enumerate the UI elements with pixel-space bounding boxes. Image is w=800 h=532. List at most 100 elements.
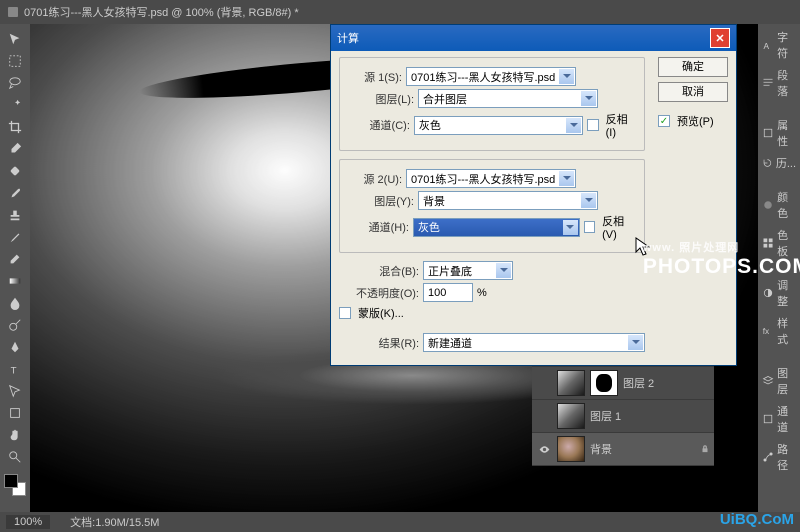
blur-tool[interactable] xyxy=(4,293,26,313)
marquee-tool[interactable] xyxy=(4,51,26,71)
move-tool[interactable] xyxy=(4,29,26,49)
visibility-icon[interactable] xyxy=(536,408,552,424)
dialog-title: 计算 xyxy=(337,30,359,46)
ok-button[interactable]: 确定 xyxy=(658,57,728,77)
source2-invert-checkbox[interactable] xyxy=(584,221,595,233)
zoom-level[interactable]: 100% xyxy=(6,515,50,529)
panel-swatches[interactable]: 色板 xyxy=(758,224,800,262)
svg-text:T: T xyxy=(11,365,17,376)
source1-layer-select[interactable]: 合并图层 xyxy=(418,89,598,108)
path-tool[interactable] xyxy=(4,381,26,401)
source1-invert-label: 反相(I) xyxy=(606,111,636,139)
tab-close-icon[interactable] xyxy=(8,7,18,17)
layer-row[interactable]: 图层 2 xyxy=(532,367,714,400)
preview-label: 预览(P) xyxy=(677,113,714,129)
blend-select[interactable]: 正片叠底 xyxy=(423,261,513,280)
preview-checkbox[interactable] xyxy=(658,115,670,127)
source1-group: 源 1(S): 0701练习---黑人女孩特写.psd 图层(L): 合并图层 … xyxy=(339,57,645,151)
source2-file-select[interactable]: 0701练习---黑人女孩特写.psd xyxy=(406,169,576,188)
mask-checkbox[interactable] xyxy=(339,307,351,319)
calculations-dialog: 计算 ✕ 源 1(S): 0701练习---黑人女孩特写.psd 图层(L): … xyxy=(330,24,737,366)
history-brush-tool[interactable] xyxy=(4,227,26,247)
gradient-tool[interactable] xyxy=(4,271,26,291)
layer-row[interactable]: 背景 xyxy=(532,433,714,466)
lock-icon xyxy=(700,444,710,454)
chevron-down-icon xyxy=(559,171,574,186)
panel-history[interactable]: 历... xyxy=(758,152,800,174)
status-bar: 100% 文档:1.90M/15.5M xyxy=(0,512,800,532)
layer-name: 背景 xyxy=(590,441,612,457)
panel-adjustments[interactable]: 调整 xyxy=(758,274,800,312)
panel-layers[interactable]: 图层 xyxy=(758,362,800,400)
panel-character[interactable]: A字符 xyxy=(758,26,800,64)
brush-tool[interactable] xyxy=(4,183,26,203)
blend-label: 混合(B): xyxy=(359,263,419,279)
hand-tool[interactable] xyxy=(4,425,26,445)
shape-tool[interactable] xyxy=(4,403,26,423)
crop-tool[interactable] xyxy=(4,117,26,137)
document-title: 0701练习---黑人女孩特写.psd @ 100% (背景, RGB/8#) … xyxy=(24,4,299,20)
layer-thumb[interactable] xyxy=(557,436,585,462)
layer-row[interactable]: 图层 1 xyxy=(532,400,714,433)
color-swatches[interactable] xyxy=(4,474,26,496)
opacity-label: 不透明度(O): xyxy=(339,285,419,301)
source1-channel-select[interactable]: 灰色 xyxy=(414,116,583,135)
wand-tool[interactable] xyxy=(4,95,26,115)
close-icon[interactable]: ✕ xyxy=(710,28,730,48)
result-label: 结果(R): xyxy=(359,335,419,351)
source2-channel-select[interactable]: 灰色 xyxy=(413,218,580,237)
visibility-icon[interactable] xyxy=(536,441,552,457)
cancel-button[interactable]: 取消 xyxy=(658,82,728,102)
panel-paths[interactable]: 路径 xyxy=(758,438,800,476)
chevron-down-icon xyxy=(563,220,578,235)
panel-styles[interactable]: fx样式 xyxy=(758,312,800,350)
panel-channels[interactable]: 通道 xyxy=(758,400,800,438)
layer-thumb[interactable] xyxy=(557,370,585,396)
result-select[interactable]: 新建通道 xyxy=(423,333,645,352)
chevron-down-icon xyxy=(559,69,574,84)
stamp-tool[interactable] xyxy=(4,205,26,225)
source2-layer-select[interactable]: 背景 xyxy=(418,191,598,210)
dodge-tool[interactable] xyxy=(4,315,26,335)
heal-tool[interactable] xyxy=(4,161,26,181)
pen-tool[interactable] xyxy=(4,337,26,357)
opacity-input[interactable]: 100 xyxy=(423,283,473,302)
foreground-color[interactable] xyxy=(4,474,18,488)
tools-panel: T xyxy=(0,24,30,512)
source2-invert-label: 反相(V) xyxy=(602,213,636,241)
panel-color[interactable]: 颜色 xyxy=(758,186,800,224)
type-tool[interactable]: T xyxy=(4,359,26,379)
mask-label: 蒙版(K)... xyxy=(358,305,404,321)
chevron-down-icon xyxy=(566,118,581,133)
source1-label: 源 1(S): xyxy=(348,69,402,85)
panel-dock: A字符 段落 属性 历... 颜色 色板 调整 fx样式 图层 通道 路径 xyxy=(758,24,800,512)
svg-text:A: A xyxy=(764,41,770,51)
dialog-title-bar[interactable]: 计算 ✕ xyxy=(331,25,736,51)
source1-file-select[interactable]: 0701练习---黑人女孩特写.psd xyxy=(406,67,576,86)
source1-invert-checkbox[interactable] xyxy=(587,119,598,131)
layer-mask-thumb[interactable] xyxy=(590,370,618,396)
doc-size: 文档:1.90M/15.5M xyxy=(70,514,159,530)
source1-layer-label: 图层(L): xyxy=(348,91,414,107)
layer-thumb[interactable] xyxy=(557,403,585,429)
document-title-bar: 0701练习---黑人女孩特写.psd @ 100% (背景, RGB/8#) … xyxy=(0,0,800,24)
layer-name: 图层 1 xyxy=(590,408,621,424)
svg-text:fx: fx xyxy=(763,326,770,336)
source2-layer-label: 图层(Y): xyxy=(348,193,414,209)
source2-group: 源 2(U): 0701练习---黑人女孩特写.psd 图层(Y): 背景 通道… xyxy=(339,159,645,253)
eraser-tool[interactable] xyxy=(4,249,26,269)
lasso-tool[interactable] xyxy=(4,73,26,93)
chevron-down-icon xyxy=(581,193,596,208)
panel-paragraph[interactable]: 段落 xyxy=(758,64,800,102)
panel-properties[interactable]: 属性 xyxy=(758,114,800,152)
source2-label: 源 2(U): xyxy=(348,171,402,187)
source1-channel-label: 通道(C): xyxy=(348,117,410,133)
source2-channel-label: 通道(H): xyxy=(348,219,409,235)
layer-name: 图层 2 xyxy=(623,375,654,391)
chevron-down-icon xyxy=(581,91,596,106)
eyedropper-tool[interactable] xyxy=(4,139,26,159)
chevron-down-icon xyxy=(628,335,643,350)
zoom-tool[interactable] xyxy=(4,447,26,467)
opacity-pct: % xyxy=(477,287,487,299)
visibility-icon[interactable] xyxy=(536,375,552,391)
